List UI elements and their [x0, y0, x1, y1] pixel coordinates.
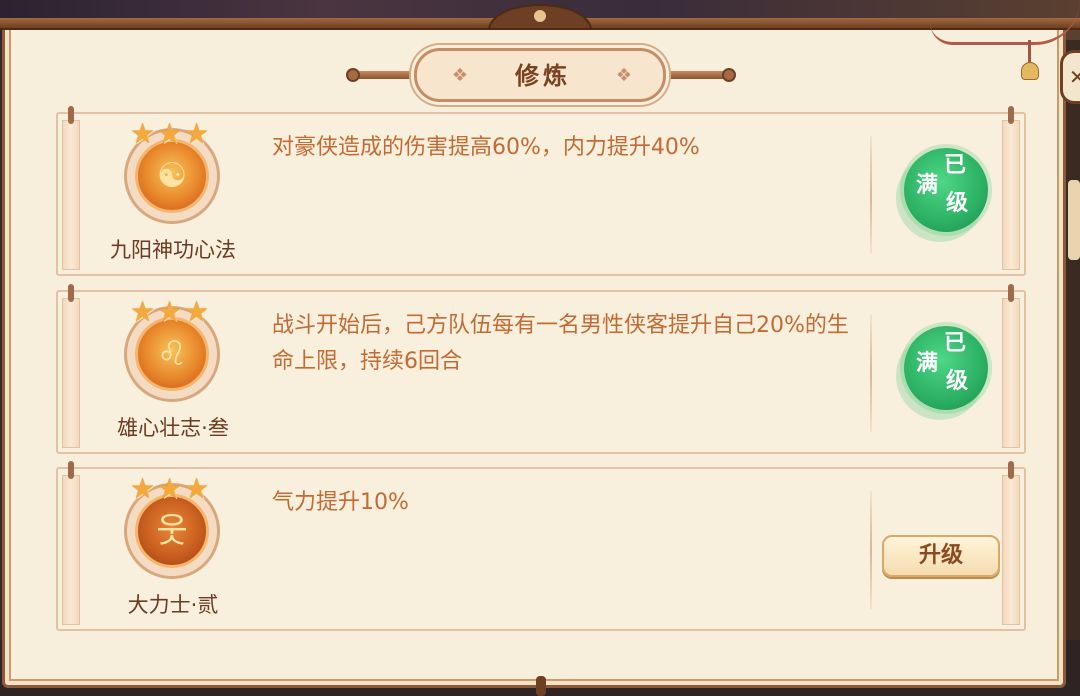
skill-row: ☯ ★ ★ ★ 九阳神功心法 对豪侠造成的伤害提高60%，内力提升40% 满 已… [56, 106, 1026, 276]
page-title: 修炼 [515, 62, 571, 90]
star-icon: ★ [130, 117, 156, 150]
diamond-right-icon: ❖ [615, 65, 633, 86]
star-rating: ★ ★ ★ [130, 120, 214, 148]
upgrade-button[interactable]: 升级 [882, 535, 1000, 577]
bottom-pin [536, 676, 546, 696]
close-icon: ✕ [1069, 65, 1080, 89]
rope-decoration [930, 0, 1080, 45]
lion-head-icon: ♌ [156, 334, 188, 374]
tassel-icon [1018, 40, 1042, 82]
star-icon: ★ [130, 295, 156, 328]
close-tab-button[interactable]: ✕ [1060, 50, 1080, 104]
star-rating: ★ ★ ★ [130, 475, 214, 503]
skill-row: ♌ ★ ★ ★ 雄心壮志·叁 战斗开始后，己方队伍每有一名男性侠客提升自己20%… [56, 284, 1026, 454]
strongman-icon: 웃 [156, 511, 188, 551]
skill-name: 九阳神功心法 [110, 238, 236, 262]
skill-description: 气力提升10% [272, 490, 409, 515]
maxed-badge: 满 已 级 [904, 148, 988, 232]
star-icon: ★ [157, 117, 183, 150]
star-icon: ★ [130, 472, 156, 505]
scrollbar[interactable] [1068, 180, 1080, 260]
star-icon: ★ [184, 117, 210, 150]
skill-row: 웃 ★ ★ ★ 大力士·贰 气力提升10% 升级 [56, 461, 1026, 631]
title-plate: ❖ 修炼 ❖ [414, 48, 666, 102]
yin-yang-orb-icon: ☯ [156, 156, 188, 196]
skill-description: 对豪侠造成的伤害提高60%，内力提升40% [272, 135, 700, 160]
skill-name: 雄心壮志·叁 [117, 416, 229, 440]
star-icon: ★ [184, 472, 210, 505]
skill-description: 战斗开始后，己方队伍每有一名男性侠客提升自己20%的生命上限，持续6回合 [272, 313, 849, 374]
diamond-left-icon: ❖ [451, 65, 469, 86]
star-icon: ★ [157, 472, 183, 505]
star-rating: ★ ★ ★ [130, 298, 214, 326]
maxed-badge: 满 已 级 [904, 326, 988, 410]
star-icon: ★ [184, 295, 210, 328]
skill-name: 大力士·贰 [127, 593, 219, 617]
star-icon: ★ [157, 295, 183, 328]
